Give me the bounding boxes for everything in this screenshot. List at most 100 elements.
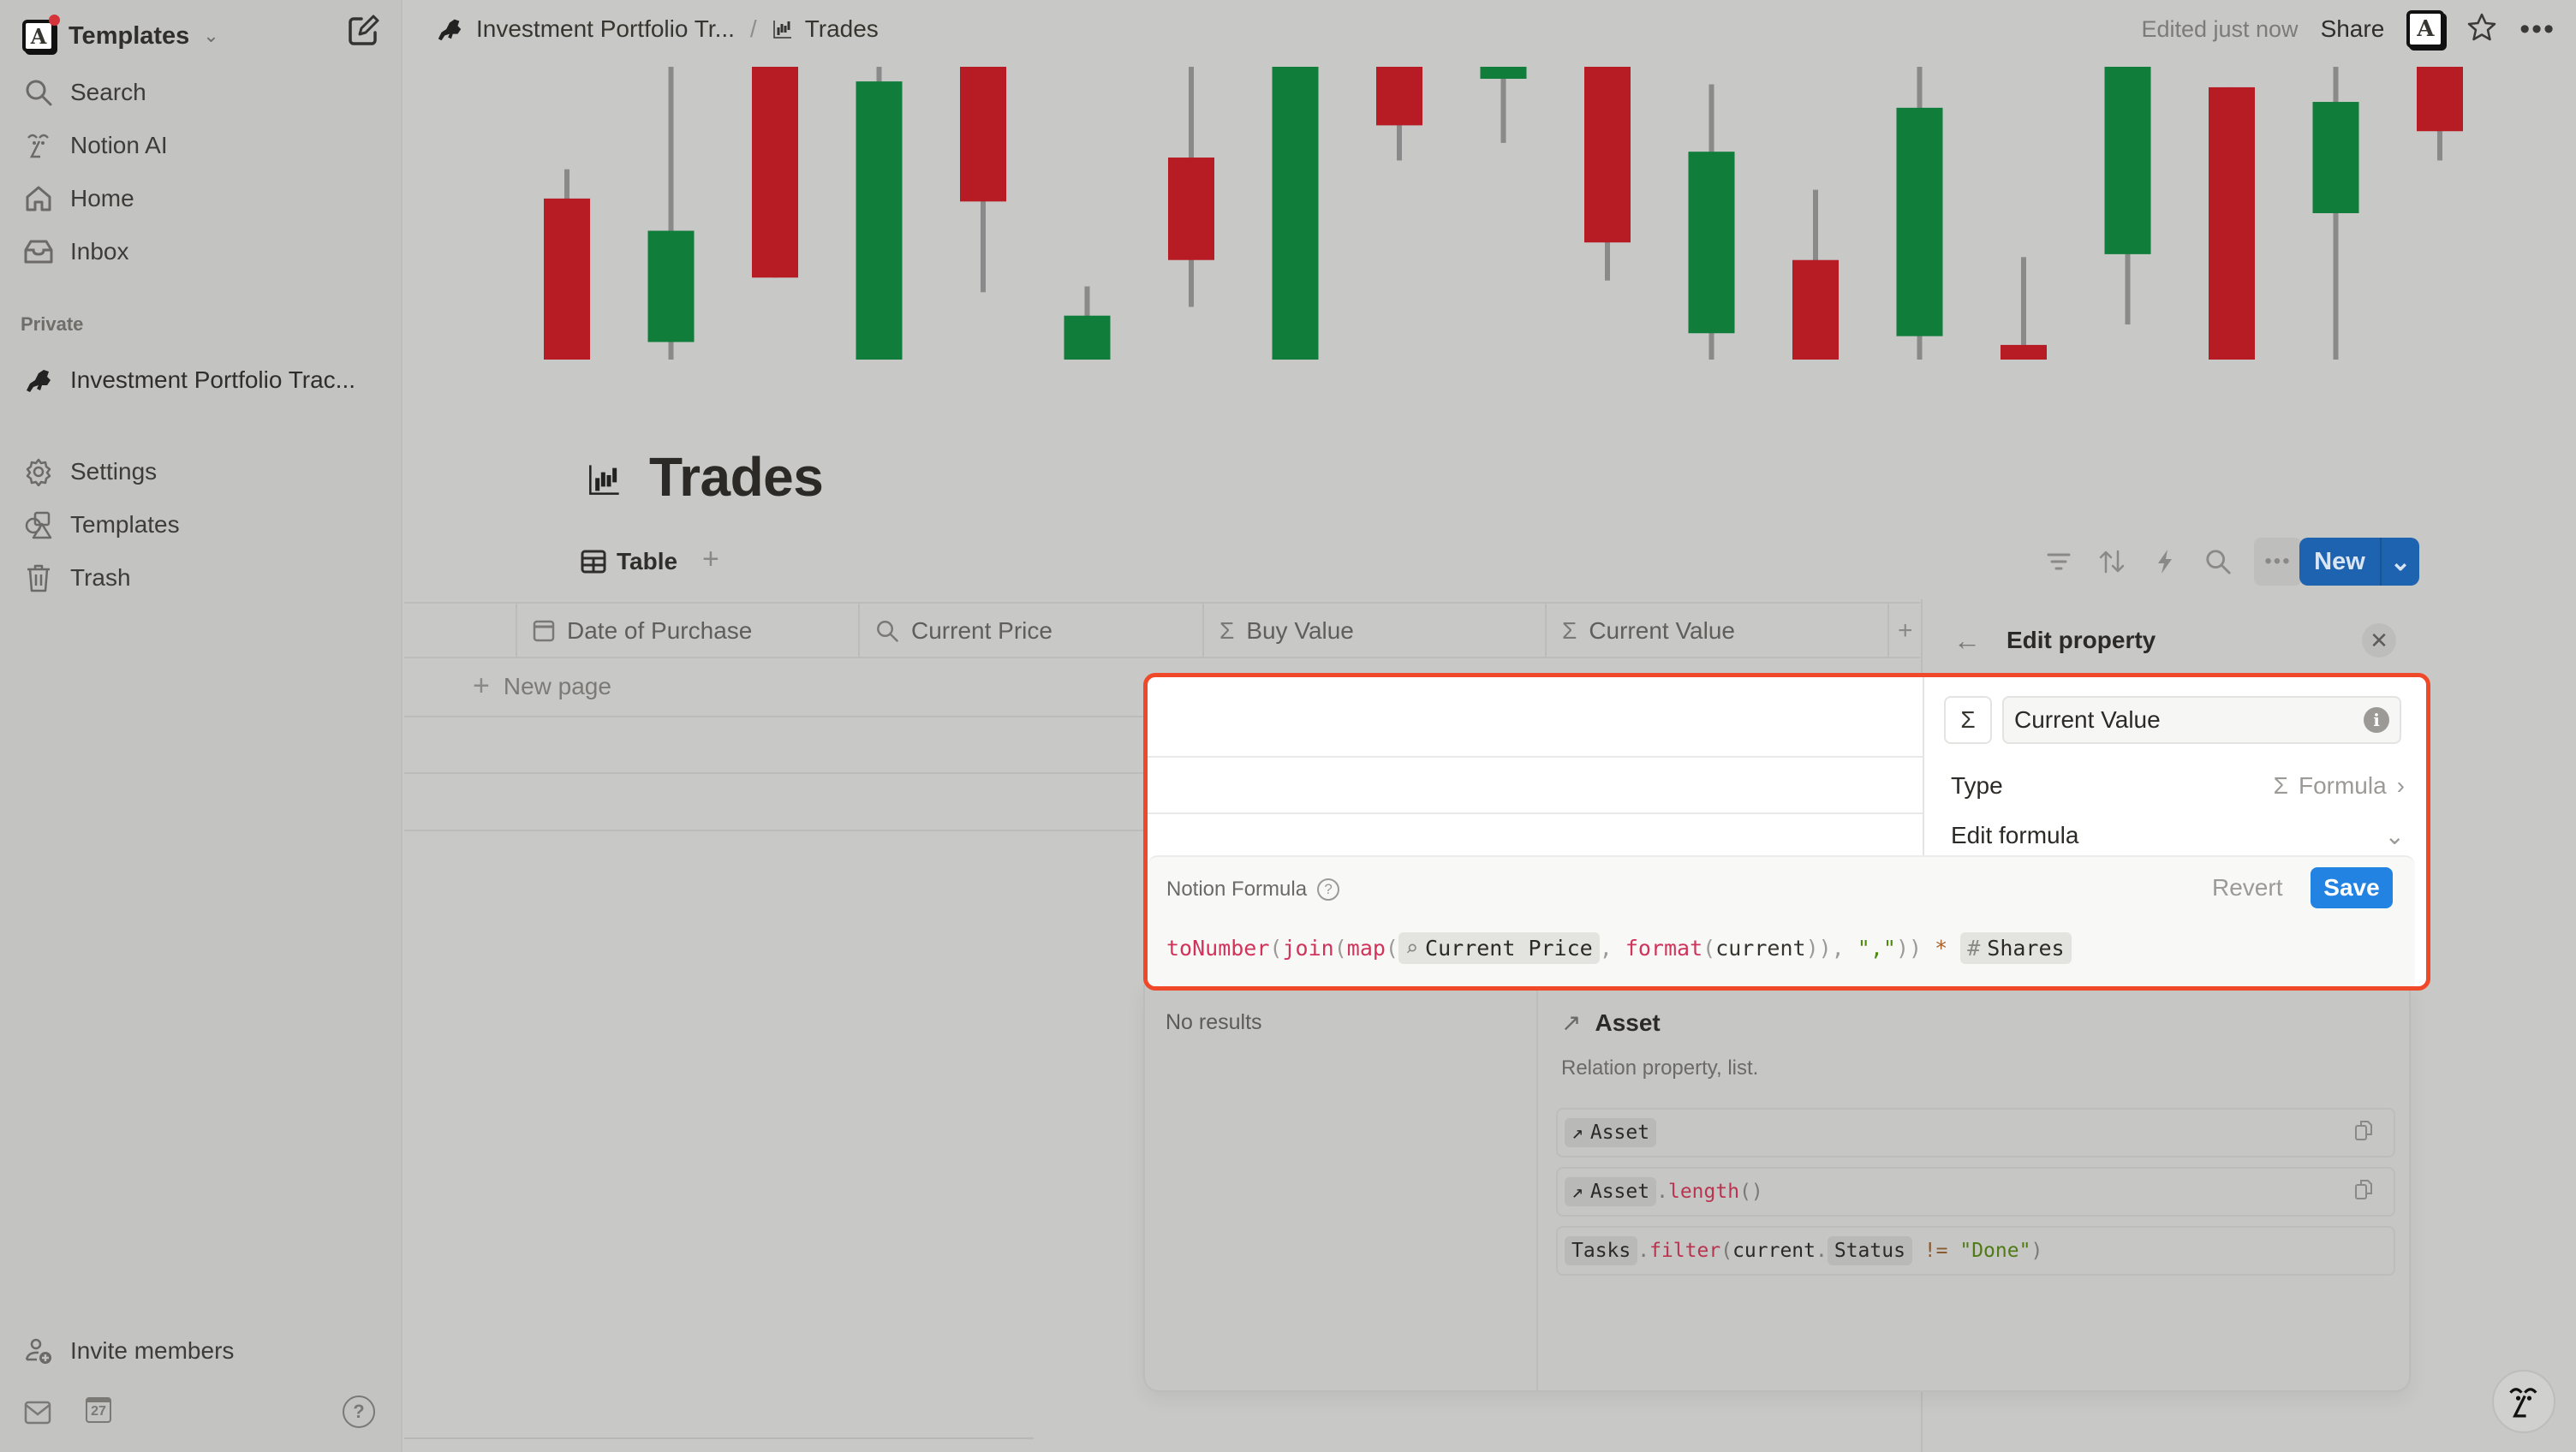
property-chip: Tasks [1565, 1236, 1638, 1265]
chevron-down-icon: ⌄ [2384, 822, 2405, 849]
user-avatar[interactable]: A [2406, 10, 2445, 48]
automation-bolt-icon[interactable] [2148, 544, 2182, 579]
formula-example[interactable]: ↗ Asset. length() [1556, 1167, 2395, 1217]
chevron-down-icon[interactable]: ⌄ [2382, 538, 2419, 586]
topbar-actions: Edited just now Share A ••• [2141, 0, 2555, 58]
property-type-icon-button[interactable]: Σ [1944, 696, 1992, 744]
relation-icon: ↗ [1571, 1122, 1583, 1144]
sigma-icon: Σ [1562, 617, 1577, 644]
add-column-button[interactable]: + [1887, 604, 1922, 658]
formula-token: . [1637, 1240, 1650, 1262]
copy-icon[interactable] [2354, 1178, 2373, 1205]
property-type-row[interactable]: Type Σ Formula › [1951, 765, 2405, 807]
copy-icon[interactable] [2354, 1119, 2373, 1146]
candle-body-up [1896, 107, 1943, 336]
sidebar-item-settings[interactable]: Settings [22, 448, 157, 496]
workspace-switcher[interactable]: A Templates ⌄ [22, 12, 219, 60]
column-header-buy-value[interactable]: Σ Buy Value [1202, 604, 1545, 658]
sidebar-item-templates[interactable]: Templates [22, 501, 180, 549]
compose-icon [349, 15, 379, 45]
formula-example[interactable]: ↗ Asset [1556, 1108, 2395, 1157]
more-icon: ••• [2264, 550, 2292, 573]
candlestick-page-icon [589, 465, 619, 495]
help-icon[interactable]: ? [343, 1395, 375, 1428]
revert-button[interactable]: Revert [2212, 874, 2282, 902]
calendar-icon[interactable]: 27 [86, 1397, 111, 1423]
formula-token: )), [1805, 936, 1857, 961]
formula-input[interactable]: toNumber(join(map(⌕ Current Price, format… [1166, 932, 2072, 964]
new-button-label[interactable]: New [2299, 538, 2382, 586]
candle-wick [2021, 257, 2026, 360]
search-icon[interactable] [2201, 544, 2235, 579]
filter-icon[interactable] [2042, 544, 2076, 579]
formula-help-panel: No results ↗ Asset Relation property, li… [1143, 985, 2411, 1392]
sort-icon[interactable] [2095, 544, 2129, 579]
sidebar-item-search[interactable]: Search [22, 68, 146, 116]
property-chip: ⌕ Current Price [1398, 932, 1600, 964]
save-button[interactable]: Save [2311, 867, 2393, 908]
help-icon[interactable]: ? [1317, 878, 1340, 901]
property-chip: # Shares [1960, 932, 2072, 964]
no-results-text: No results [1166, 1010, 1262, 1034]
breadcrumb-investment-portfolio[interactable]: Investment Portfolio Tr... [435, 15, 735, 44]
edit-formula-row[interactable]: Edit formula ⌄ [1951, 814, 2405, 857]
candle-body-up [2312, 102, 2359, 213]
breadcrumb-trades[interactable]: Trades [772, 15, 879, 43]
notion-ai-icon [22, 129, 55, 162]
database-toolbar: ••• [2042, 538, 2302, 586]
sidebar-item-trash[interactable]: Trash [22, 554, 131, 602]
sidebar-page-investment-portfolio[interactable]: Investment Portfolio Trac... [22, 356, 355, 404]
search-icon [22, 76, 55, 109]
candle-body-down [2417, 67, 2463, 132]
add-user-icon [22, 1335, 55, 1367]
sigma-icon: Σ [2273, 772, 2288, 799]
new-page-compose-button[interactable] [346, 14, 380, 48]
more-options-icon[interactable]: ••• [2519, 13, 2555, 46]
chevron-down-icon: ⌄ [203, 25, 219, 46]
new-page-row-button[interactable]: + New page [473, 669, 611, 703]
back-arrow-icon[interactable]: ← [1953, 625, 1981, 657]
edit-property-header: ← Edit property [1953, 616, 2156, 664]
table-header: Date of Purchase Current Price Σ Buy Val… [404, 604, 1920, 658]
topbar: Investment Portfolio Tr... / Trades Edit… [404, 0, 2576, 58]
candle-body-down [1376, 67, 1422, 126]
templates-icon [22, 509, 55, 541]
close-icon[interactable]: ✕ [2362, 623, 2396, 658]
property-name-input[interactable]: Current Value i [2002, 696, 2401, 744]
star-icon[interactable] [2466, 12, 2497, 47]
column-header-current-price[interactable]: Current Price [858, 604, 1202, 658]
more-options-button[interactable]: ••• [2254, 538, 2302, 586]
column-header-date-of-purchase[interactable]: Date of Purchase [516, 604, 858, 658]
gear-icon [22, 455, 55, 488]
formula-example[interactable]: Tasks. filter(current. Status != "Done") [1556, 1226, 2395, 1276]
candle-body-up [2104, 67, 2151, 254]
sidebar-item-home[interactable]: Home [22, 175, 134, 223]
candle-body-down [1584, 67, 1631, 243]
formula-token: . [1816, 1240, 1828, 1262]
share-button[interactable]: Share [2321, 15, 2385, 43]
formula-token: current [1732, 1240, 1816, 1262]
sidebar-item-inbox[interactable]: Inbox [22, 228, 129, 276]
chevron-right-icon: › [2396, 772, 2405, 799]
invite-members-button[interactable]: Invite members [22, 1327, 234, 1375]
formula-token: filter [1649, 1240, 1721, 1262]
info-icon[interactable]: i [2364, 707, 2389, 733]
candle-body-down [752, 67, 798, 278]
formula-token: map [1346, 936, 1386, 961]
notion-ai-button[interactable] [2492, 1370, 2555, 1433]
formula-token: ( [1269, 936, 1283, 961]
sidebar-item-notion-ai[interactable]: Notion AI [22, 122, 168, 170]
search-icon: ⌕ [1404, 936, 1419, 961]
section-label-private: Private [21, 313, 84, 335]
new-button[interactable]: New ⌄ [2299, 538, 2419, 586]
table-row-divider [1148, 756, 1923, 758]
column-header-current-value[interactable]: Σ Current Value [1545, 604, 1887, 658]
sigma-icon: Σ [1219, 617, 1235, 644]
add-view-button[interactable]: + [702, 543, 719, 576]
mail-icon[interactable] [24, 1401, 51, 1429]
formula-token: length [1667, 1181, 1740, 1203]
notion-ai-icon [2509, 1388, 2537, 1418]
help-title: ↗ Asset [1561, 1009, 1661, 1037]
tab-table-view[interactable]: Table [581, 544, 677, 579]
relation-icon: ↗ [1571, 1181, 1583, 1203]
